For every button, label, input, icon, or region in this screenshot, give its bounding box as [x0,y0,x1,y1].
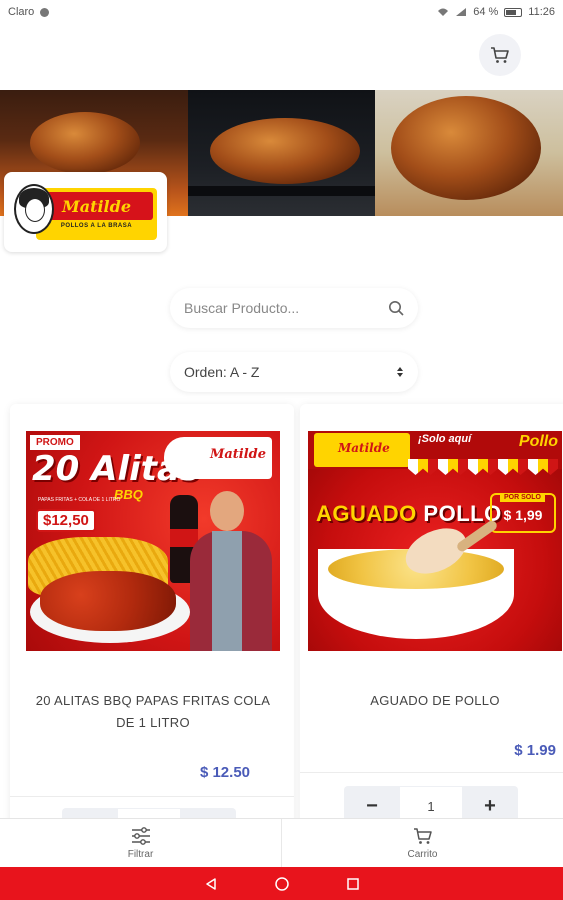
banner-photo-3 [375,90,563,216]
updown-icon [397,367,403,377]
sort-select[interactable]: Orden: A - Z [170,352,418,392]
promo-logo: Matilde [164,437,272,479]
promo-tag: PROMO [30,435,80,450]
promo-logo-text: Matilde [338,441,390,455]
store-logo: Matilde POLLOS A LA BRASA [4,172,167,252]
recents-icon[interactable] [346,877,360,891]
promo-price: $ 1,99 [503,507,543,523]
tab-filter-label: Filtrar [127,848,154,860]
product-name: 20 ALITAS BBQ PAPAS FRITAS COLA DE 1 LIT… [35,693,271,730]
clock: 11:26 [528,6,555,18]
product-name: AGUADO DE POLLO [370,693,500,708]
system-nav-bar [0,867,563,900]
card-divider [10,796,294,797]
battery-percent: 64 % [473,6,499,18]
wifi-icon [438,8,449,16]
filter-icon [131,826,150,845]
product-card[interactable]: PROMO 20 Alitas BBQ PAPAS FRITAS + COLA … [10,404,294,864]
flags-decoration [408,459,558,475]
card-divider [300,772,563,773]
product-price: $ 1.99 [514,742,556,759]
sort-selected-value: Orden: A - Z [184,364,260,380]
header-cart-button[interactable] [479,34,521,76]
product-price: $ 12.50 [199,764,250,781]
search-icon[interactable] [388,300,404,316]
cart-icon [491,47,509,63]
logo-subtitle: POLLOS A LA BRASA [60,223,133,229]
promo-logo: Matilde [314,433,410,467]
app-header [0,24,563,90]
tab-filter[interactable]: Filtrar [0,819,281,867]
battery-icon [504,7,523,17]
tab-cart[interactable]: Carrito [281,819,563,867]
search-input[interactable] [184,300,388,316]
product-image[interactable]: PROMO 20 Alitas BBQ PAPAS FRITAS + COLA … [26,431,280,651]
promo-logo-text: Matilde [209,447,266,462]
product-image[interactable]: Matilde ¡Solo aquí Pollo AGUADO POLLO PO… [308,431,562,651]
person-illustration [186,491,276,651]
promo-title: AGUADO POLLO [316,501,502,527]
promo-title-part-1: AGUADO [316,501,417,526]
carrier-label: Claro [8,6,35,18]
promo-price-label: POR SOLO [500,493,545,502]
bottom-tab-bar: Filtrar Carrito [0,818,563,867]
logo-portrait [14,184,54,234]
product-card[interactable]: Matilde ¡Solo aquí Pollo AGUADO POLLO PO… [300,404,563,864]
cart-icon [413,827,432,844]
banner-photo-2 [187,90,376,216]
tab-cart-label: Carrito [407,848,438,860]
app-screen: Claro 64 % 11:26 Matilde POLLOS A LA BRA… [0,0,563,900]
signal-icon [456,8,467,16]
wings-illustration [40,571,176,631]
promo-price-box: POR SOLO $ 1,99 [490,493,556,533]
search-bar [170,288,418,328]
promo-tagline: ¡Solo aquí [418,433,472,445]
promo-pollo-text: Pollo [518,433,558,450]
notification-icon [40,7,50,17]
promo-small-text: PAPAS FRITAS + COLA DE 1 LITRO [38,497,121,503]
home-icon[interactable] [274,876,290,892]
logo-text: Matilde [40,192,153,220]
status-bar: Claro 64 % 11:26 [0,0,563,24]
promo-price: $12,50 [36,509,96,532]
back-icon[interactable] [204,877,218,891]
